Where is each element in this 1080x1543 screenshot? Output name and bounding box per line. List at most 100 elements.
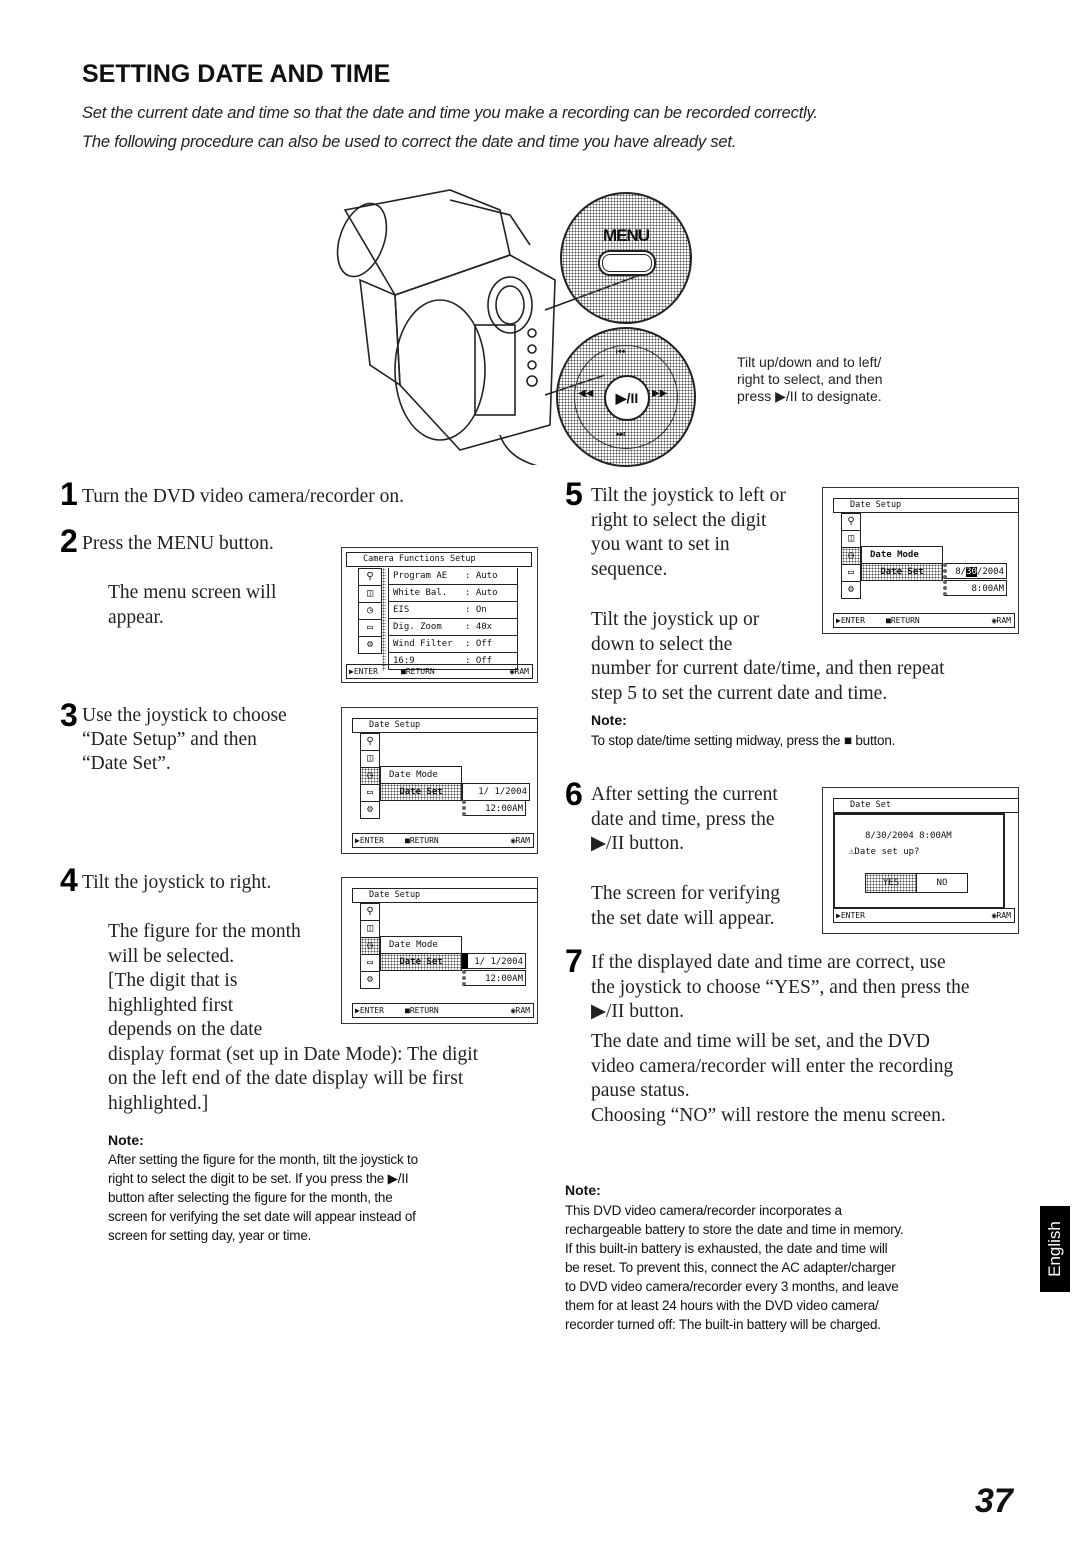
display-icon: ▭ <box>361 955 379 972</box>
disc-mode: ◉RAM <box>509 667 529 676</box>
final-note: This DVD video camera/recorder incorpora… <box>565 1201 904 1334</box>
fast-forward-icon: ▶▶ <box>652 388 668 399</box>
language-tab-label: English <box>1045 1221 1064 1277</box>
menu-screen: Camera Functions Setup ⚲ ◫ ◷ ▭ ⚙ Program… <box>341 547 538 683</box>
date-setup-footer: ▶ENTER ■RETURN ◉RAM <box>833 613 1015 628</box>
verify-date-screen: Date Set 8/30/2004 8:00AM ⚠Date set up? … <box>822 787 1019 934</box>
step-5-note: To stop date/time setting midway, press … <box>591 733 896 748</box>
menu-button-icon <box>598 250 656 276</box>
note-line: button after selecting the figure for th… <box>108 1190 393 1205</box>
text-line: The menu screen will <box>108 582 277 603</box>
menu-icon-column: ⚲ ◫ ◷ ▭ ⚙ <box>358 568 382 654</box>
yes-button[interactable]: YES <box>865 873 917 893</box>
verify-datetime: 8/30/2004 8:00AM <box>865 831 952 841</box>
step-number: 7 <box>565 943 583 979</box>
menu-icon-column: ⚲ ◫ ◷ ▭ ⚙ <box>841 513 861 599</box>
text-line: The screen for verifying <box>591 883 780 904</box>
text-line: down to select the <box>591 633 733 655</box>
date-mode-item[interactable]: Date Mode <box>861 546 943 564</box>
menu-row[interactable]: EIS: On <box>389 602 517 619</box>
month-digits: 8/ <box>955 567 967 577</box>
display-icon: ▭ <box>359 620 381 637</box>
date-setup-screen-month: Date Setup ⚲ ◫ ◷ ▭ ⚙ Date Mode Date Set … <box>341 877 538 1024</box>
verify-dialog: 8/30/2004 8:00AM ⚠Date set up? YES NO <box>833 813 1005 909</box>
text-line: The date and time will be set, and the D… <box>591 1031 930 1052</box>
text-line: After setting the current <box>591 784 778 805</box>
step-number: 6 <box>565 776 583 812</box>
page-number: 37 <box>975 1482 1013 1520</box>
step-5-note-title: Note: <box>591 712 627 728</box>
note-line: be reset. To prevent this, connect the A… <box>565 1260 896 1275</box>
text-line: ▶/II button. <box>591 1001 684 1022</box>
menu-row[interactable]: Dig. Zoom: 40x <box>389 619 517 636</box>
clock-icon: ◷ <box>361 938 379 955</box>
enter-hint: ▶ENTER <box>355 1006 384 1015</box>
note-line: rechargeable battery to store the date a… <box>565 1222 904 1237</box>
camera-icon: ⚲ <box>361 734 379 751</box>
time-value: 12:00AM <box>462 970 526 986</box>
step-3-text: Use the joystick to choose “Date Setup” … <box>82 704 287 776</box>
record-icon: ◫ <box>359 586 381 603</box>
caption-line: press ▶/II to designate. <box>737 388 882 404</box>
enter-hint: ▶ENTER <box>836 911 865 920</box>
menu-button-closeup: MENU <box>560 192 692 324</box>
step-6-text: After setting the current date and time,… <box>591 783 778 857</box>
return-hint: ■RETURN <box>405 836 439 845</box>
date-set-item[interactable]: Date Set <box>861 563 943 581</box>
text-line: Choosing “NO” will restore the menu scre… <box>591 1104 946 1126</box>
caption-line: right to select, and then <box>737 371 883 387</box>
step-4-note-title: Note: <box>108 1132 144 1148</box>
clock-icon: ◷ <box>842 548 860 565</box>
date-set-item[interactable]: Date Set <box>380 783 462 801</box>
text-line: number for current date/time, and then r… <box>591 658 945 679</box>
intro-line-1: Set the current date and time so that th… <box>82 104 818 122</box>
return-hint: ■RETURN <box>405 1006 439 1015</box>
date-value: 1/ 1/2004 <box>462 783 530 801</box>
menu-row-label: Wind Filter <box>393 639 453 649</box>
date-setup-screen-day: Date Setup ⚲ ◫ ◷ ▭ ⚙ Date Mode Date Set … <box>822 487 1019 634</box>
caption-line: Tilt up/down and to left/ <box>737 354 882 370</box>
record-icon: ◫ <box>842 531 860 548</box>
step-6-text-2: The screen for verifying the set date wi… <box>591 882 780 931</box>
step-number: 1 <box>60 476 78 512</box>
text-line: highlighted.] <box>108 1092 209 1114</box>
clock-icon: ◷ <box>361 768 379 785</box>
menu-row[interactable]: White Bal.: Auto <box>389 585 517 602</box>
step-number: 2 <box>60 523 78 559</box>
step-2-subtext: The menu screen will appear. <box>108 580 276 630</box>
note-line: If this built-in battery is exhausted, t… <box>565 1241 888 1256</box>
step-1-text: Turn the DVD video camera/recorder on. <box>82 486 405 507</box>
note-line: to DVD video camera/recorder every 3 mon… <box>565 1279 899 1294</box>
date-set-item[interactable]: Date Set <box>380 953 462 971</box>
date-setup-footer: ▶ENTER ■RETURN ◉RAM <box>352 1003 534 1018</box>
return-hint: ■RETURN <box>401 667 435 676</box>
date-setup-footer: ▶ENTER ■RETURN ◉RAM <box>352 833 534 848</box>
step-number: 4 <box>60 862 78 898</box>
menu-icon-column: ⚲ ◫ ◷ ▭ ⚙ <box>360 903 380 989</box>
note-line: them for at least 24 hours with the DVD … <box>565 1298 879 1313</box>
settings-icon: ⚙ <box>366 804 374 815</box>
menu-row[interactable]: Wind Filter: Off <box>389 636 517 653</box>
menu-row-value: : 40x <box>465 622 493 632</box>
text-line: display format (set up in Date Mode): Th… <box>108 1043 479 1065</box>
step-number: 3 <box>60 697 78 733</box>
date-mode-item[interactable]: Date Mode <box>380 766 462 784</box>
step-number: 5 <box>565 476 583 512</box>
clock-icon: ◷ <box>359 603 381 620</box>
text-line: right to select the digit <box>591 509 767 531</box>
menu-row-value: : Auto <box>465 571 498 581</box>
record-icon: ◫ <box>361 751 379 768</box>
camera-icon: ⚲ <box>361 904 379 921</box>
menu-row[interactable]: Program AE: Auto <box>389 568 517 585</box>
no-button[interactable]: NO <box>916 873 968 893</box>
enter-hint: ▶ENTER <box>836 616 865 625</box>
step-4-text: Tilt the joystick to right. <box>82 872 272 893</box>
disc-mode: ◉RAM <box>510 1006 530 1015</box>
text-line: Use the joystick to choose <box>82 705 287 726</box>
note-line: recorder turned off: The built-in batter… <box>565 1317 881 1332</box>
step-2-text: Press the MENU button. <box>82 533 274 554</box>
time-value: 12:00AM <box>462 800 526 816</box>
date-mode-item[interactable]: Date Mode <box>380 936 462 954</box>
text-line: ▶/II button. <box>591 833 684 854</box>
camera-icon: ⚲ <box>842 514 860 531</box>
